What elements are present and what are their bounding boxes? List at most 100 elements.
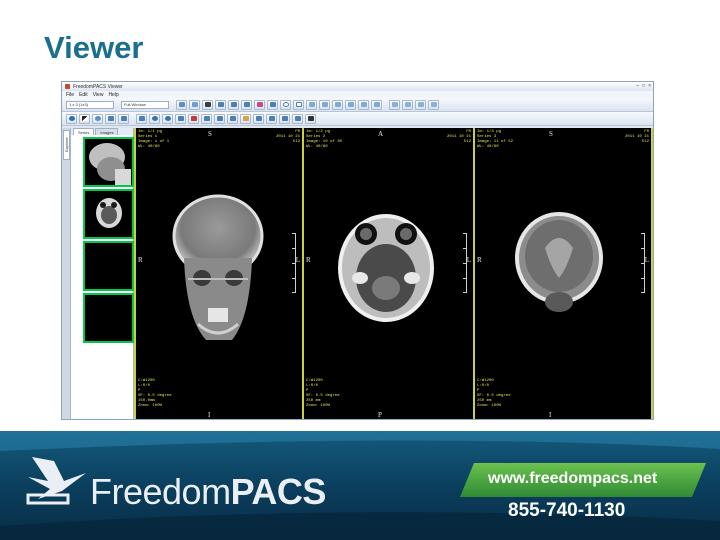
orientation-bottom: P	[378, 411, 382, 419]
ellipse-icon	[282, 102, 289, 107]
probe-tool-button[interactable]	[267, 99, 278, 110]
scale-ruler	[641, 233, 645, 293]
sync-button[interactable]	[389, 99, 400, 110]
orientation-right: L	[644, 256, 649, 264]
rectangle-tool-button[interactable]	[293, 99, 304, 110]
window-titlebar[interactable]: FreedomPACS Viewer – □ ×	[62, 82, 653, 91]
invert-icon	[81, 116, 88, 121]
viewport-3[interactable]: Im: 1/3 pg Series 3 Image: 11 of 52 WL: …	[475, 128, 653, 419]
cut-icon	[281, 116, 288, 121]
print-icon	[404, 102, 411, 107]
orientation-bottom: I	[549, 411, 552, 419]
arrow-icon	[243, 102, 250, 107]
overlay-button[interactable]	[266, 113, 277, 124]
crosshair-icon	[120, 116, 127, 121]
export-icon	[417, 102, 424, 107]
series-thumbnail[interactable]	[83, 241, 134, 291]
menu-edit[interactable]: Edit	[79, 92, 88, 98]
layout-icon	[360, 102, 367, 107]
explorer-side-tab[interactable]: Explorer	[63, 130, 70, 160]
invert-button[interactable]	[79, 113, 90, 124]
series-thumbnail[interactable]	[83, 293, 134, 343]
series-thumbnail[interactable]	[83, 137, 134, 187]
report-button[interactable]	[292, 113, 303, 124]
cut-button[interactable]	[279, 113, 290, 124]
menu-view[interactable]: View	[93, 92, 104, 98]
settings-button[interactable]	[428, 99, 439, 110]
zoom-tool-button[interactable]	[189, 99, 200, 110]
export-button[interactable]	[415, 99, 426, 110]
viewport-2[interactable]: Im: 1/2 pg Series 2 Image: 10 of 30 WL: …	[304, 128, 475, 419]
info-button[interactable]	[66, 113, 77, 124]
close-button[interactable]: ×	[648, 83, 651, 89]
flip-button[interactable]	[175, 113, 186, 124]
slide: Viewer FreedomPACS Viewer – □ × File Edi…	[0, 0, 720, 540]
orientation-top: A	[378, 130, 384, 138]
window-controls: – □ ×	[636, 83, 651, 89]
overlay-icon	[268, 116, 275, 121]
pan-tool-button[interactable]	[176, 99, 187, 110]
reset-button[interactable]	[188, 113, 199, 124]
layout-3x3-button[interactable]	[371, 99, 382, 110]
rotate-right-button[interactable]	[162, 113, 173, 124]
stack-button[interactable]	[227, 113, 238, 124]
series-thumbnail[interactable]	[83, 189, 134, 239]
tab-series[interactable]: Series	[73, 128, 95, 135]
overlay-top-right: FR 2011 10 21 512	[446, 130, 471, 144]
report-icon	[294, 116, 301, 121]
layout-icon	[347, 102, 354, 107]
cine-button[interactable]	[201, 113, 212, 124]
layout-1x3-button[interactable]	[345, 99, 356, 110]
crosshair-button[interactable]	[118, 113, 129, 124]
menu-bar: File Edit View Help	[62, 91, 653, 98]
stack-icon	[229, 116, 236, 121]
skull-lateral-thumbnail	[89, 143, 131, 185]
maximize-button[interactable]: □	[642, 83, 645, 89]
annotation-button[interactable]	[253, 113, 264, 124]
line-tool-button[interactable]	[215, 99, 226, 110]
menu-help[interactable]: Help	[108, 92, 118, 98]
coronal-ct-image	[515, 212, 603, 312]
key-image-button[interactable]	[240, 113, 251, 124]
rotate-left-button[interactable]	[149, 113, 160, 124]
text-tool-button[interactable]	[254, 99, 265, 110]
viewer-window: FreedomPACS Viewer – □ × File Edit View …	[61, 81, 654, 420]
angle-icon	[230, 102, 237, 107]
window-level-button[interactable]	[202, 99, 213, 110]
brand-wordmark: FreedomPACS	[90, 471, 326, 513]
layout-icon	[373, 102, 380, 107]
magnify-button[interactable]	[92, 113, 103, 124]
axial-ct-image	[338, 214, 434, 322]
layout-2x3-button[interactable]	[358, 99, 369, 110]
mpr-button[interactable]	[214, 113, 225, 124]
menu-file[interactable]: File	[66, 92, 74, 98]
ellipse-tool-button[interactable]	[280, 99, 291, 110]
dropdown-button[interactable]	[305, 113, 316, 124]
angle-tool-button[interactable]	[228, 99, 239, 110]
tab-images[interactable]: Images	[95, 128, 119, 135]
zoom-in-button[interactable]	[136, 113, 147, 124]
rectangle-icon	[295, 102, 302, 107]
layout-select[interactable]: 1 x 3 (1x3)	[66, 100, 114, 109]
preset-select[interactable]: Full Window	[121, 100, 169, 109]
website-link[interactable]: www.freedompacs.net	[488, 470, 657, 488]
print-button[interactable]	[402, 99, 413, 110]
zoom-icon	[191, 102, 198, 107]
viewport-grid: Im: 1/1 pg Series 1 Image: 1 of 1 WL: 40…	[134, 128, 653, 419]
viewport-1[interactable]: Im: 1/1 pg Series 1 Image: 1 of 1 WL: 40…	[134, 128, 304, 419]
key-image-icon	[242, 116, 249, 121]
arrow-tool-button[interactable]	[241, 99, 252, 110]
orientation-right: L	[466, 256, 471, 264]
axial-ct-thumbnail	[96, 198, 122, 228]
layout-1x2-button[interactable]	[319, 99, 330, 110]
layout-2x2-button[interactable]	[332, 99, 343, 110]
panel-tabs: Series Images	[71, 128, 133, 135]
layout-1x1-button[interactable]	[306, 99, 317, 110]
minimize-button[interactable]: –	[636, 83, 639, 89]
measure-button[interactable]	[105, 113, 116, 124]
sync-icon	[391, 102, 398, 107]
layout-icon	[321, 102, 328, 107]
skull-xray-image	[172, 194, 264, 340]
rotate-left-icon	[151, 116, 158, 121]
pan-icon	[178, 102, 185, 107]
